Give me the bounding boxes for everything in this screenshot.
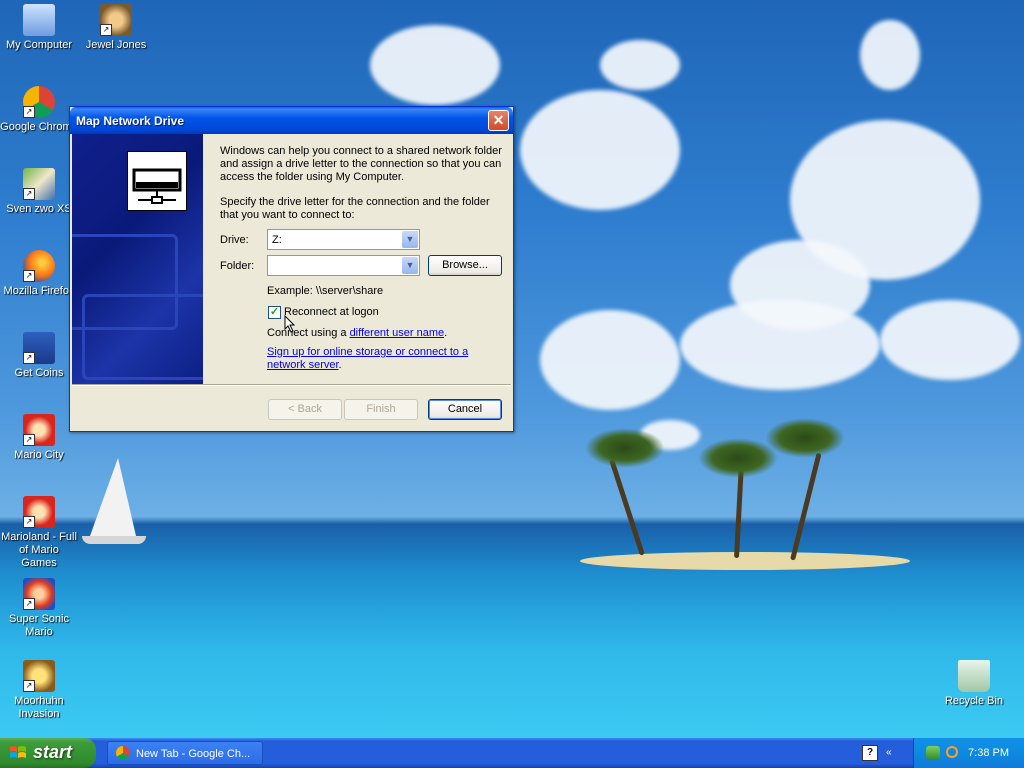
- browse-button[interactable]: Browse...: [428, 255, 502, 276]
- example-text: Example: \\server\share: [267, 285, 384, 297]
- close-icon: ✕: [492, 112, 505, 128]
- desktop-icon-label: Marioland - Full of Mario Games: [1, 531, 77, 569]
- desktop-icon-label: Recycle Bin: [944, 695, 1004, 707]
- start-button[interactable]: start: [0, 738, 96, 768]
- desktop-icon-label: Super Sonic Mario: [9, 613, 69, 638]
- search-tray-icon[interactable]: [946, 746, 958, 758]
- desktop-icon-recycle-bin[interactable]: Recycle Bin: [935, 660, 1013, 708]
- taskbar-item-chrome[interactable]: New Tab - Google Ch...: [107, 741, 263, 765]
- windows-logo-icon: [10, 746, 26, 758]
- firefox-icon: ↗: [23, 250, 55, 282]
- computer-icon: [23, 4, 55, 36]
- palm-tree-leaves: [585, 428, 665, 468]
- island: [580, 552, 910, 570]
- desktop-icon-label: Get Coins: [14, 367, 64, 379]
- network-tray-icon[interactable]: [926, 746, 940, 760]
- reconnect-checkbox[interactable]: ✓: [268, 306, 281, 319]
- desktop-icon-marioland[interactable]: ↗ Marioland - Full of Mario Games: [0, 496, 78, 570]
- recycle-bin-icon: [958, 660, 990, 692]
- desktop-icon-get-coins[interactable]: ↗ Get Coins: [0, 332, 78, 380]
- different-user-name-link[interactable]: different user name: [350, 327, 445, 339]
- desktop-icon-moorhuhn-invasion[interactable]: ↗ Moorhuhn Invasion: [0, 660, 78, 721]
- desktop-icon-my-computer[interactable]: My Computer: [0, 4, 78, 52]
- cloud: [370, 25, 500, 105]
- sailboat-sail: [90, 458, 136, 536]
- back-button[interactable]: < Back: [268, 399, 342, 420]
- cloud: [540, 310, 680, 410]
- desktop-icon-label: Moorhuhn Invasion: [14, 695, 64, 720]
- clock[interactable]: 7:38 PM: [968, 747, 1009, 759]
- jewel-jones-icon: ↗: [100, 4, 132, 36]
- show-hidden-icons-chevron-icon[interactable]: «: [886, 747, 892, 758]
- moorhuhn-icon: ↗: [23, 660, 55, 692]
- cloud: [860, 20, 920, 90]
- decoration: [82, 294, 203, 380]
- system-tray: 7:38 PM: [913, 738, 1024, 768]
- mouse-cursor-icon: [284, 315, 296, 333]
- desktop-icon-label: Mozilla Firefox: [3, 285, 75, 297]
- start-label: start: [33, 742, 73, 762]
- desktop-icon-super-sonic-mario[interactable]: ↗ Super Sonic Mario: [0, 578, 78, 639]
- connect-suffix: .: [444, 327, 448, 339]
- taskbar: start New Tab - Google Ch... ? « 7:38 PM: [0, 738, 1024, 768]
- palm-tree-trunk: [609, 459, 645, 556]
- drive-select[interactable]: Z: ▼: [267, 229, 420, 250]
- dialog-separator: [72, 384, 511, 386]
- cloud: [520, 90, 680, 210]
- finish-button[interactable]: Finish: [344, 399, 418, 420]
- cloud: [680, 300, 880, 390]
- online-storage-link[interactable]: Sign up for online storage or connect to…: [267, 346, 468, 371]
- instructions-text: Specify the drive letter for the connect…: [220, 196, 490, 221]
- chrome-icon: ↗: [23, 86, 55, 118]
- intro-text: Windows can help you connect to a shared…: [220, 145, 502, 183]
- sonic-mario-icon: ↗: [23, 578, 55, 610]
- reconnect-label[interactable]: Reconnect at logon: [284, 306, 379, 318]
- cancel-button[interactable]: Cancel: [428, 399, 502, 420]
- mario-icon: ↗: [23, 496, 55, 528]
- desktop-icon-mozilla-firefox[interactable]: ↗ Mozilla Firefox: [0, 250, 78, 298]
- desktop-icon-label: My Computer: [5, 39, 73, 51]
- cloud: [880, 300, 1020, 380]
- palm-tree-trunk: [734, 469, 744, 559]
- drive-value: Z:: [272, 234, 282, 246]
- cloud: [600, 40, 680, 90]
- desktop-icon-label: Sven zwo XS: [6, 203, 72, 215]
- desktop-icon-jewel-jones[interactable]: ↗ Jewel Jones: [77, 4, 155, 52]
- folder-combobox[interactable]: ▼: [267, 255, 420, 276]
- desktop-icon-google-chrome[interactable]: ↗ Google Chrome: [0, 86, 78, 134]
- desktop-icon-label: Google Chrome: [0, 121, 78, 133]
- network-drive-icon: [127, 151, 187, 211]
- desktop-icon-label: Jewel Jones: [85, 39, 147, 51]
- drive-label: Drive:: [220, 234, 249, 246]
- signup-text: Sign up for online storage or connect to…: [267, 346, 482, 372]
- close-button[interactable]: ✕: [488, 110, 509, 131]
- palm-tree-leaves: [765, 418, 845, 458]
- signup-suffix: .: [338, 359, 342, 371]
- dialog-title: Map Network Drive: [76, 114, 185, 128]
- map-network-drive-dialog: Map Network Drive ✕ Windows can help you…: [69, 106, 514, 432]
- chevron-down-icon[interactable]: ▼: [402, 231, 418, 248]
- chrome-icon: [116, 746, 130, 760]
- sailboat-hull: [82, 536, 146, 544]
- sven-game-icon: ↗: [23, 168, 55, 200]
- folder-label: Folder:: [220, 260, 255, 272]
- connect-prefix: Connect using a: [267, 327, 350, 339]
- desktop-icon-sven-zwo-xs[interactable]: ↗ Sven zwo XS: [0, 168, 78, 216]
- mario-coin-icon: ↗: [23, 332, 55, 364]
- palm-tree-trunk: [790, 452, 822, 561]
- desktop-icon-label: Mario City: [14, 449, 64, 461]
- chevron-down-icon[interactable]: ▼: [402, 257, 418, 274]
- dialog-titlebar[interactable]: Map Network Drive ✕: [70, 107, 513, 134]
- mario-icon: ↗: [23, 414, 55, 446]
- desktop-icon-mario-city[interactable]: ↗ Mario City: [0, 414, 78, 462]
- taskbar-item-label: New Tab - Google Ch...: [136, 748, 251, 760]
- help-icon[interactable]: ?: [862, 745, 878, 761]
- dialog-side-graphic: [72, 134, 203, 384]
